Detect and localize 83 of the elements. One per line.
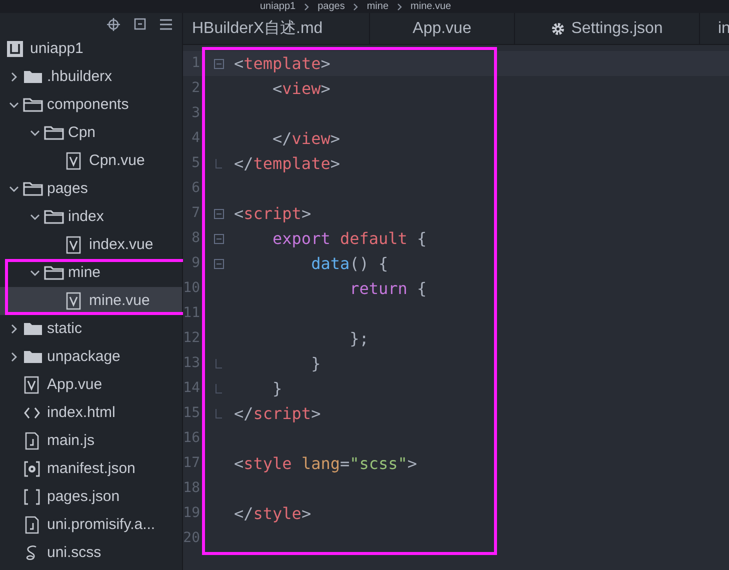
- chevron-right-icon[interactable]: [10, 352, 18, 362]
- code-line: <style lang="scss">: [233, 452, 418, 474]
- tree-item[interactable]: uniapp1: [0, 35, 182, 63]
- fold-icon[interactable]: [214, 258, 224, 268]
- line-number: 18: [183, 479, 200, 498]
- code-line: }: [310, 352, 321, 374]
- chevron-right-icon[interactable]: [10, 72, 18, 82]
- tree-item[interactable]: main.js: [0, 427, 182, 455]
- code-line: }: [272, 378, 282, 400]
- chevron-icon: [304, 2, 310, 10]
- folder-icon: [44, 264, 64, 282]
- chevron-down-icon[interactable]: [30, 269, 40, 277]
- chevron-down-icon[interactable]: [9, 185, 19, 193]
- line-number: 16: [183, 429, 200, 448]
- line-number: 5: [190, 154, 200, 173]
- code-line: <template>: [233, 52, 330, 74]
- fold-icon[interactable]: [214, 58, 224, 68]
- line-number: 12: [183, 329, 200, 348]
- chevron-down-icon[interactable]: [30, 213, 40, 221]
- line-number: 10: [183, 279, 200, 298]
- project-icon: [6, 40, 26, 58]
- chevron-down-icon[interactable]: [9, 101, 19, 109]
- folder-icon: [23, 68, 43, 86]
- tree-item[interactable]: App.vue: [0, 371, 182, 399]
- breadcrumb-item[interactable]: uniapp1: [260, 0, 296, 12]
- fold-icon[interactable]: [214, 234, 224, 244]
- folder-icon: [23, 348, 43, 366]
- tree-item[interactable]: components: [0, 91, 182, 119]
- line-number: 3: [190, 104, 200, 123]
- chevron-icon: [352, 2, 359, 10]
- line-number: 15: [183, 404, 200, 423]
- line-number: 2: [190, 79, 200, 98]
- chevron-icon: [396, 2, 403, 10]
- tree-item[interactable]: Cpn.vue: [0, 147, 182, 175]
- line-number: 9: [190, 254, 200, 273]
- tree-item[interactable]: index.html: [0, 399, 182, 427]
- line-number: 19: [183, 504, 200, 523]
- chevron-down-icon[interactable]: [30, 129, 40, 137]
- tree-item[interactable]: pages: [0, 175, 182, 203]
- tree-item[interactable]: index: [0, 203, 182, 231]
- folder-icon: [23, 96, 43, 114]
- tree-item[interactable]: unpackage: [0, 343, 182, 371]
- line-number: 7: [190, 204, 200, 223]
- gear-icon: [551, 22, 566, 36]
- tree-item[interactable]: pages.json: [0, 483, 182, 511]
- locate-icon[interactable]: [107, 18, 120, 30]
- tree-item[interactable]: manifest.json: [0, 455, 182, 483]
- line-number: 17: [183, 454, 200, 473]
- line-number: 20: [183, 529, 200, 548]
- code-line: };: [348, 328, 369, 350]
- folder-icon: [44, 124, 64, 142]
- tree-item[interactable]: static: [0, 315, 182, 343]
- tree-item[interactable]: uni.scss: [0, 539, 182, 567]
- line-number: 11: [183, 304, 200, 323]
- breadcrumb-item[interactable]: mine: [366, 0, 389, 12]
- folder-icon: [23, 180, 43, 198]
- code-line: </template>: [233, 152, 340, 174]
- code-line: <script>: [233, 202, 312, 224]
- tree-item[interactable]: .hbuilderx: [0, 63, 182, 91]
- folder-icon: [44, 208, 64, 226]
- tree-item[interactable]: mine: [0, 259, 182, 287]
- code-line: </style>: [233, 502, 312, 524]
- code-line: data() {: [310, 252, 388, 274]
- menu-icon[interactable]: [160, 18, 172, 30]
- code-line: return {: [348, 278, 427, 300]
- line-number: 13: [183, 354, 200, 373]
- code-line: <view>: [272, 78, 330, 100]
- code-line: </script>: [233, 402, 321, 424]
- line-number: 14: [183, 379, 200, 398]
- breadcrumb-item[interactable]: pages: [318, 0, 345, 12]
- chevron-right-icon[interactable]: [10, 324, 18, 334]
- code-line: </view>: [272, 128, 340, 150]
- tree-item[interactable]: index.vue: [0, 231, 182, 259]
- folder-icon: [23, 320, 43, 338]
- line-number: 6: [190, 179, 200, 198]
- tree-item[interactable]: uni.promisify.a...: [0, 511, 182, 539]
- code-line: export default {: [272, 228, 427, 250]
- line-number: 8: [190, 229, 200, 248]
- line-number: 4: [190, 129, 200, 148]
- breadcrumb-item[interactable]: mine.vue: [410, 0, 452, 12]
- tree-item[interactable]: Cpn: [0, 119, 182, 147]
- fold-icon[interactable]: [214, 208, 224, 218]
- collapse-icon[interactable]: [134, 18, 146, 30]
